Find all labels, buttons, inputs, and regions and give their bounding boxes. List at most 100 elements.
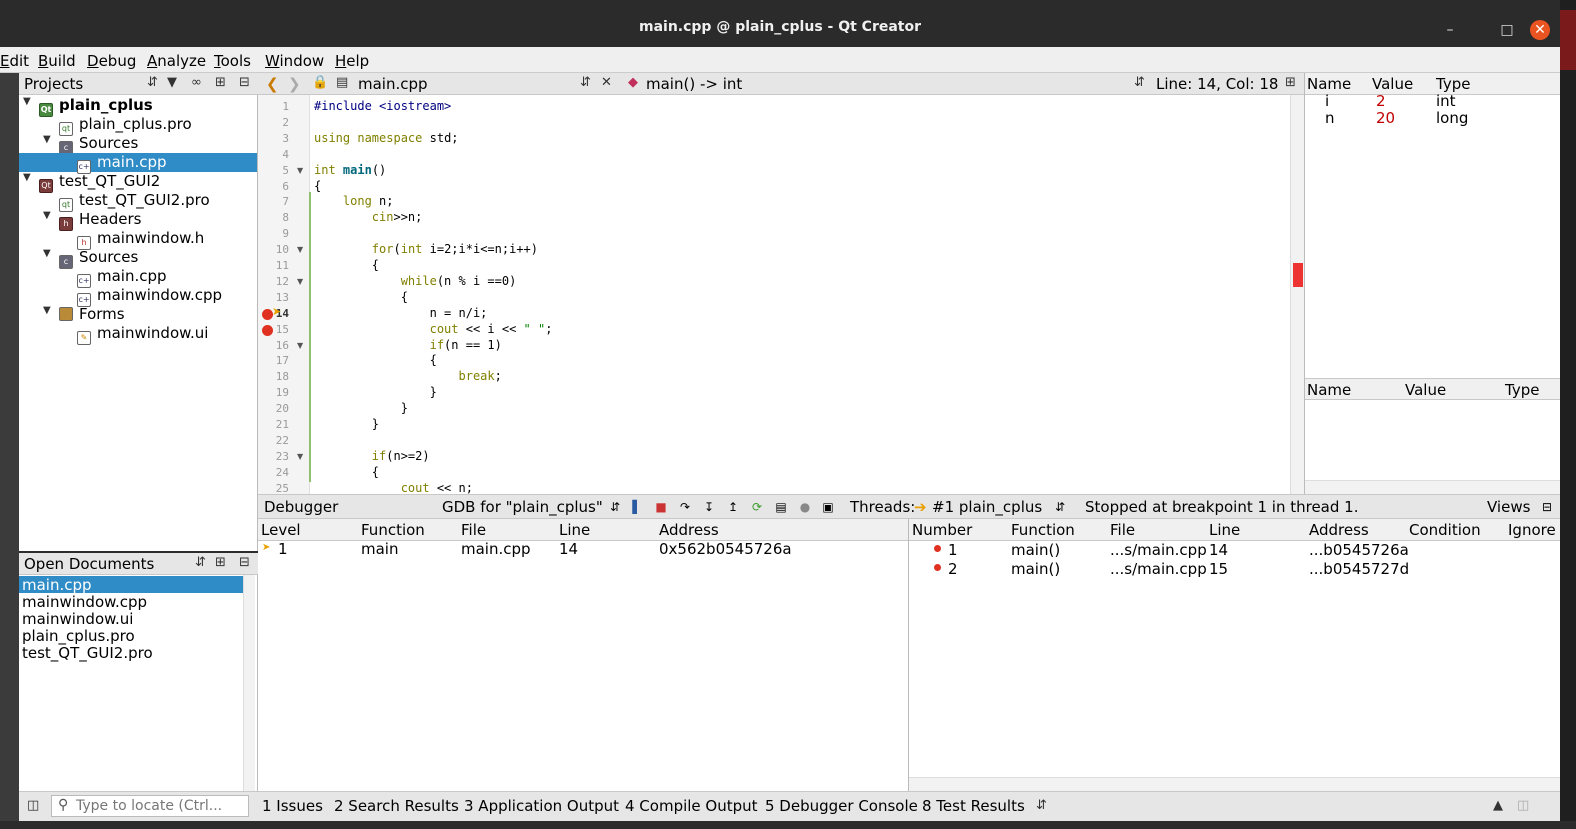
projects-title[interactable]: Projects [24, 75, 83, 93]
line-number[interactable]: 19 [259, 386, 289, 399]
pane-compile-output[interactable]: 4 Compile Output [625, 797, 758, 815]
record-icon[interactable]: ● [798, 500, 812, 514]
menu-help[interactable]: Help [335, 52, 369, 70]
fold-arrow-icon[interactable]: ▼ [297, 166, 303, 175]
col-file[interactable]: File [461, 521, 486, 539]
thread-selector[interactable]: #1 plain_cplus [932, 498, 1042, 516]
engine-selector[interactable]: GDB for "plain_cplus" [442, 498, 603, 516]
menu-analyze[interactable]: Analyze [147, 52, 206, 70]
col-value[interactable]: Value [1405, 381, 1446, 399]
code-line[interactable]: } [314, 417, 379, 431]
code-line[interactable]: for(int i=2;i*i<=n;i++) [314, 242, 538, 256]
col-line[interactable]: Line [1209, 521, 1240, 539]
tree-project-test-qt-gui2[interactable]: ▼ Qt test_QT_GUI2 [23, 172, 160, 193]
pane-issues[interactable]: 1 Issues [262, 797, 323, 815]
line-number[interactable]: 21 [259, 418, 289, 431]
fold-arrow-icon[interactable]: ▼ [297, 452, 303, 461]
updown-icon[interactable]: ⇵ [1134, 75, 1145, 90]
fold-arrow-icon[interactable]: ▼ [297, 277, 303, 286]
bp-file[interactable]: ...s/main.cpp [1110, 541, 1207, 559]
bp-line[interactable]: 14 [1209, 541, 1228, 559]
tree-file-mainwindow-ui[interactable]: ✎ mainwindow.ui [77, 324, 208, 345]
open-documents-scrollbar[interactable] [243, 575, 255, 791]
line-number[interactable]: 3 [259, 132, 289, 145]
split-icon[interactable]: ⊞ [1285, 75, 1296, 90]
open-documents-title[interactable]: Open Documents [24, 555, 154, 573]
updown-icon[interactable]: ⇵ [1036, 798, 1047, 813]
maximize-icon[interactable]: □ [1497, 20, 1517, 40]
line-number[interactable]: 24 [259, 466, 289, 479]
bp-number[interactable]: 2 [948, 560, 958, 578]
open-doc-item[interactable]: test_QT_GUI2.pro [22, 644, 153, 662]
tree-folder-sources[interactable]: ▼ c Sources [43, 134, 138, 155]
tree-project-plain-cplus[interactable]: ▼ Qt plain_cplus [23, 96, 153, 117]
col-name[interactable]: Name [1307, 75, 1351, 93]
line-number-gutter[interactable]: 1 2 3 4 5 ▼ 6 7 8 9 10 ▼ 11 12 ▼ 13 14 15 16 ▼ 17 18 19 20 21 22 2… [258, 95, 310, 494]
open-doc-item[interactable]: main.cpp [19, 576, 243, 594]
open-doc-item[interactable]: plain_cplus.pro [22, 627, 135, 645]
line-number[interactable]: 11 [259, 259, 289, 272]
open-doc-item[interactable]: mainwindow.ui [22, 610, 133, 628]
link-icon[interactable]: ∞ [191, 75, 202, 90]
updown-icon[interactable]: ⇵ [195, 555, 206, 570]
pane-test-results[interactable]: 8 Test Results [922, 797, 1025, 815]
local-name[interactable]: i [1325, 92, 1329, 110]
menu-build[interactable]: Build [38, 52, 76, 70]
tree-file-mainwindow-h[interactable]: h mainwindow.h [77, 229, 204, 250]
symbol-selector[interactable]: main() -> int [646, 75, 742, 93]
step-into-icon[interactable]: ↧ [702, 500, 716, 514]
views-button[interactable]: Views [1487, 498, 1530, 516]
code-line[interactable]: if(n>=2) [314, 449, 430, 463]
line-number[interactable]: 12 [259, 275, 289, 288]
col-value[interactable]: Value [1372, 75, 1413, 93]
local-type[interactable]: long [1436, 109, 1468, 127]
code-line[interactable]: n = n/i; [314, 306, 488, 320]
code-line[interactable]: { [314, 179, 321, 193]
tree-folder-sources[interactable]: ▼ c Sources [43, 248, 138, 269]
col-address[interactable]: Address [659, 521, 719, 539]
menu-tools[interactable]: Tools [214, 52, 251, 70]
bp-function[interactable]: main() [1011, 541, 1060, 559]
code-line[interactable]: } [314, 401, 408, 415]
line-number[interactable]: 23 [259, 450, 289, 463]
code-line[interactable]: } [314, 385, 437, 399]
tree-file-main-cpp[interactable]: c+ main.cpp [19, 153, 257, 174]
line-number[interactable]: 18 [259, 370, 289, 383]
code-line[interactable]: cout << i << " "; [314, 322, 553, 336]
code-line[interactable]: { [314, 258, 379, 272]
stack-level[interactable]: 1 [278, 540, 288, 558]
instruction-mode-icon[interactable]: ▤ [774, 500, 788, 514]
snapshot-icon[interactable]: ▣ [821, 500, 835, 514]
line-number[interactable]: 9 [259, 227, 289, 240]
col-type[interactable]: Type [1505, 381, 1539, 399]
line-number[interactable]: 7 [259, 195, 289, 208]
fold-arrow-icon[interactable]: ▼ [297, 245, 303, 254]
code-line[interactable]: cin>>n; [314, 210, 423, 224]
line-number[interactable]: 4 [259, 148, 289, 161]
close-icon[interactable]: ✕ [1530, 20, 1550, 40]
step-out-icon[interactable]: ↥ [726, 500, 740, 514]
line-number[interactable]: 8 [259, 211, 289, 224]
back-icon[interactable]: ❮ [266, 75, 279, 93]
col-address[interactable]: Address [1309, 521, 1369, 539]
code-line[interactable]: #include <iostream> [314, 99, 451, 113]
line-number[interactable]: 5 [259, 164, 289, 177]
bp-line[interactable]: 15 [1209, 560, 1228, 578]
code-line[interactable]: int main() [314, 163, 386, 177]
editor-scrollbar[interactable] [1290, 95, 1304, 494]
stack-function[interactable]: main [361, 540, 398, 558]
menu-window[interactable]: Window [265, 52, 324, 70]
updown-icon[interactable]: ⇵ [608, 500, 622, 514]
local-type[interactable]: int [1436, 92, 1456, 110]
minimize-icon[interactable]: – [1440, 20, 1460, 40]
col-ignore[interactable]: Ignore [1508, 521, 1556, 539]
updown-icon[interactable]: ⇵ [1053, 500, 1067, 514]
toggle-sidebar-icon[interactable]: ◫ [27, 798, 39, 813]
updown-icon[interactable]: ⇵ [580, 75, 591, 90]
tree-folder-forms[interactable]: ▼ Forms [43, 305, 125, 324]
bp-file[interactable]: ...s/main.cpp [1110, 560, 1207, 578]
local-value[interactable]: 20 [1376, 109, 1395, 127]
filter-icon[interactable]: ▼ [167, 75, 177, 90]
stack-address[interactable]: 0x562b0545726a [659, 540, 792, 558]
col-number[interactable]: Number [912, 521, 972, 539]
